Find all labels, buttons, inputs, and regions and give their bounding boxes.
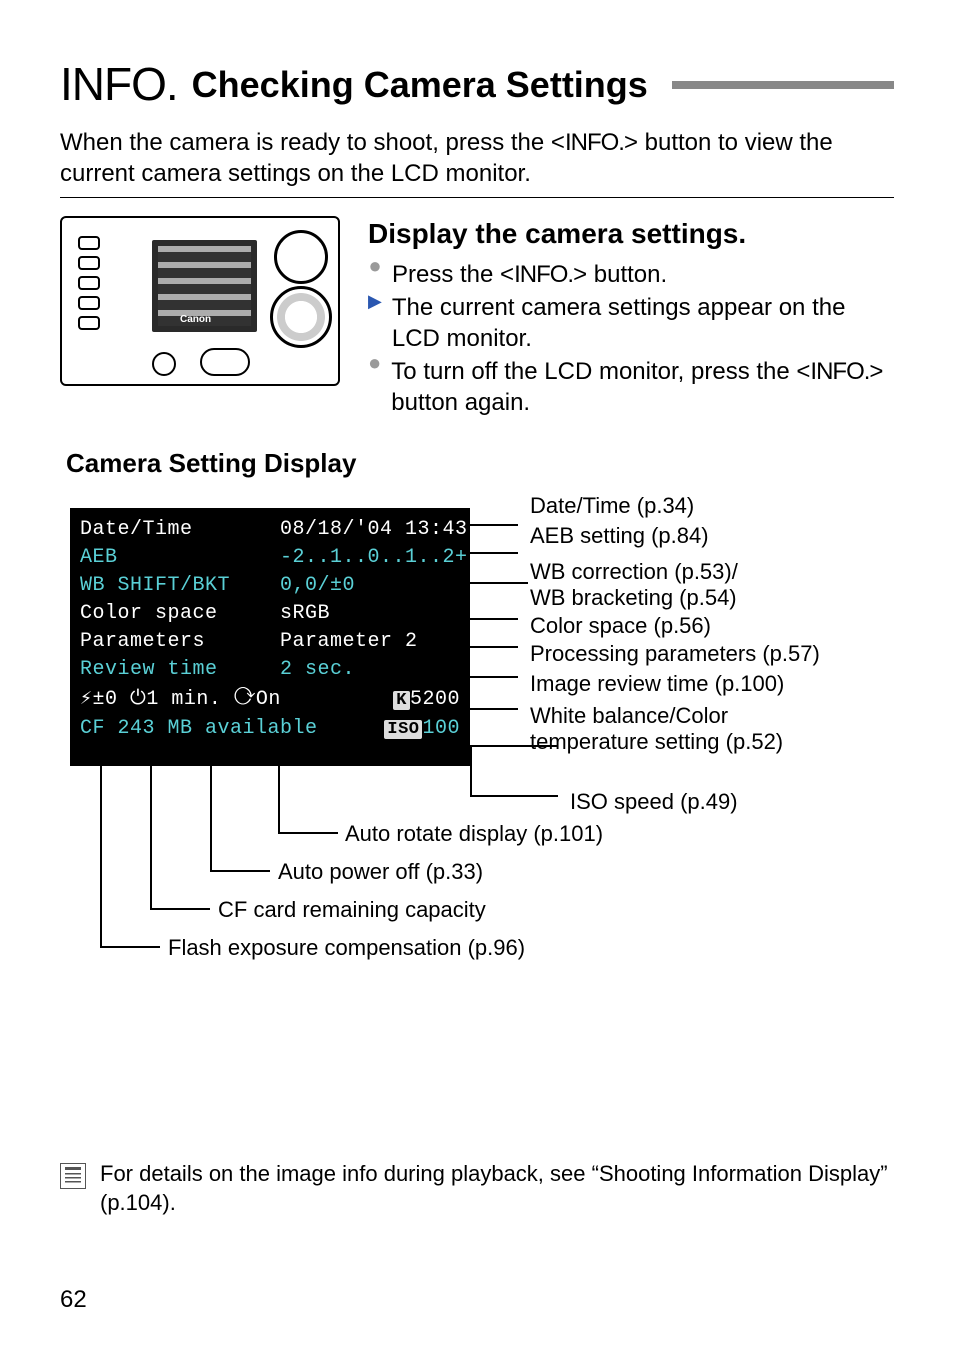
leader-line <box>470 582 528 584</box>
scr-value: 08/18/'04 13:43 <box>280 517 460 543</box>
leader-line <box>210 766 212 870</box>
scr-label: Review time <box>80 657 218 683</box>
annotation: Color space (p.56) <box>530 612 711 641</box>
annotation: Date/Time (p.34) <box>530 492 694 521</box>
intro-text-1: When the camera is ready to shoot, press… <box>60 129 565 156</box>
bullet-dot-icon: ● <box>368 356 381 418</box>
info-inline: INFO. <box>514 261 573 288</box>
settings-diagram: Date/Time 08/18/'04 13:43 AEB -2..1..0..1.… <box>60 490 894 970</box>
annotation: Image review time (p.100) <box>530 670 784 699</box>
t: > button. <box>573 261 667 288</box>
leader-line <box>210 870 270 872</box>
step-row: Canon Display the camera settings. ● Pre… <box>60 216 894 420</box>
annotation: Processing parameters (p.57) <box>530 640 820 669</box>
annotation: Auto rotate display (p.101) <box>345 820 603 849</box>
separator <box>60 197 894 198</box>
section-heading: Camera Setting Display <box>66 447 894 481</box>
step-heading: Display the camera settings. <box>368 216 894 252</box>
leader-line <box>278 766 280 832</box>
lcd-screen: Date/Time 08/18/'04 13:43 AEB -2..1..0..1.… <box>70 508 470 766</box>
scr-bottom-left: CF 243 MB available <box>80 716 318 742</box>
scr-label: AEB <box>80 545 118 571</box>
bullet-dot-icon: ● <box>368 259 382 290</box>
intro-paragraph: When the camera is ready to shoot, press… <box>60 127 894 189</box>
scr-label: WB SHIFT/BKT <box>80 573 230 599</box>
leader-line <box>470 646 518 648</box>
step-item: ▶ The current camera settings appear on … <box>368 292 894 354</box>
annotation: Auto power off (p.33) <box>278 858 483 887</box>
scr-value: 2 sec. <box>280 657 460 683</box>
page-title: Checking Camera Settings <box>192 62 648 109</box>
scr-bottom-left: ⚡±0 ⏻1 min. ⟳On <box>80 687 281 713</box>
scr-value: 0,0/±0 <box>280 573 460 599</box>
page-number: 62 <box>60 1284 87 1315</box>
info-inline: INFO. <box>565 129 624 156</box>
annotation: AEB setting (p.84) <box>530 522 709 551</box>
bullet-triangle-icon: ▶ <box>368 292 382 354</box>
leader-line <box>100 946 160 948</box>
scr-value: -2..1..0..1..2+ <box>280 545 460 571</box>
iso-tag-icon: ISO <box>384 720 422 739</box>
leader-line <box>470 676 518 678</box>
leader-line <box>150 908 210 910</box>
step-item: ● To turn off the LCD monitor, press the… <box>368 356 894 418</box>
footer-note: For details on the image info during pla… <box>60 1160 894 1217</box>
leader-line <box>470 524 518 526</box>
leader-line <box>470 552 518 554</box>
step-list: ● Press the <INFO.> button. ▶ The curren… <box>368 259 894 419</box>
k-tag-icon: K <box>393 691 410 710</box>
info-glyph: INFO. <box>60 55 178 115</box>
t: Press the < <box>392 261 514 288</box>
annotation: WB bracketing (p.54) <box>530 584 737 613</box>
t: To turn off the LCD monitor, press the < <box>391 358 810 385</box>
leader-line <box>470 708 518 710</box>
scr-label: Date/Time <box>80 517 193 543</box>
scr-label: Parameters <box>80 629 205 655</box>
scr-value: 100 <box>422 717 460 740</box>
annotation: WB correction (p.53)/ <box>530 558 738 587</box>
leader-line <box>150 766 152 908</box>
t: The current camera settings appear on th… <box>392 292 894 354</box>
scr-value: sRGB <box>280 601 460 627</box>
info-inline: INFO. <box>810 358 869 385</box>
annotation: ISO speed (p.49) <box>570 788 738 817</box>
scr-value: 5200 <box>410 688 460 711</box>
scr-value: Parameter 2 <box>280 629 460 655</box>
annotation: Flash exposure compensation (p.96) <box>168 934 525 963</box>
annotation: White balance/Color <box>530 702 728 731</box>
title-rule <box>672 81 894 89</box>
leader-line <box>470 618 518 620</box>
leader-line <box>278 832 338 834</box>
note-icon <box>60 1163 86 1189</box>
camera-illustration: Canon <box>60 216 340 386</box>
leader-line <box>100 766 102 946</box>
page-title-row: INFO. Checking Camera Settings <box>60 55 894 115</box>
note-text: For details on the image info during pla… <box>100 1160 894 1217</box>
leader-line <box>470 795 558 797</box>
leader-line <box>470 745 472 795</box>
step-item: ● Press the <INFO.> button. <box>368 259 894 290</box>
annotation: temperature setting (p.52) <box>530 728 783 757</box>
scr-label: Color space <box>80 601 218 627</box>
annotation: CF card remaining capacity <box>218 896 486 925</box>
